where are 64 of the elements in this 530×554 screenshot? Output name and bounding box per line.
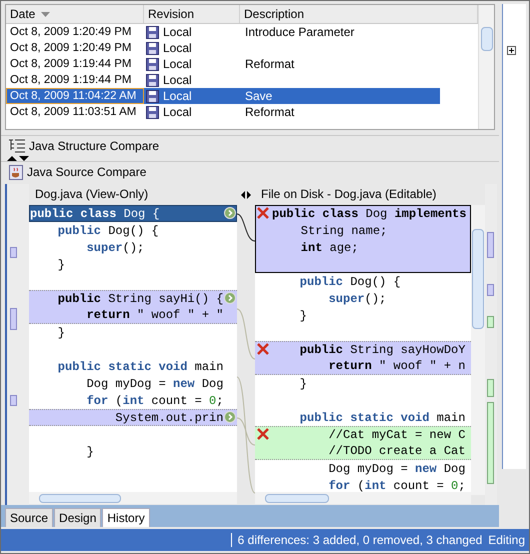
code-line: for (int count = 0; — [86, 392, 224, 409]
code-line: super(); — [86, 240, 146, 256]
code-line: public Dog() { — [56, 222, 160, 239]
java-file-icon — [9, 164, 23, 180]
code-line: } — [56, 324, 66, 341]
code-line: } — [298, 376, 308, 392]
history-row[interactable]: Oct 8, 2009 1:19:44 PM Local — [6, 72, 478, 88]
diff-marker — [10, 308, 17, 330]
pane-title: File on Disk - Dog.java (Editable) — [260, 186, 438, 203]
code-line: } — [86, 444, 95, 460]
date-cell-text: Oct 8, 2009 1:20:49 PM — [9, 41, 132, 56]
revision-cell-text: Local — [163, 56, 192, 73]
description-cell-text: Reformat — [244, 56, 294, 73]
description-cell-text: Reformat — [244, 104, 294, 121]
revision-cell-text: Local — [163, 72, 192, 89]
revision-cell-text: Local — [163, 104, 192, 121]
column-header[interactable]: Revision — [144, 5, 240, 23]
horizontal-scrollbar[interactable] — [29, 492, 237, 504]
diff-marker — [10, 395, 17, 406]
structure-list-icon — [9, 139, 25, 153]
description-cell-text: Introduce Parameter — [244, 24, 354, 41]
history-row[interactable]: Oct 8, 2009 1:19:44 PM Local Reformat — [6, 56, 478, 72]
editor-mode: Editing — [488, 532, 525, 549]
code-line: public static void main — [56, 358, 224, 375]
revision-cell-text: Local — [163, 24, 192, 41]
compare-tab[interactable]: Java Source Compare — [1, 161, 500, 182]
date-cell-text: Oct 8, 2009 1:19:44 PM — [9, 57, 132, 72]
close-icon[interactable] — [257, 343, 269, 355]
pane-title: Dog.java (View-Only) — [34, 186, 150, 203]
view-tab[interactable]: Source — [5, 508, 54, 527]
view-tab[interactable]: Design — [54, 508, 102, 527]
date-cell: Oct 8, 2009 11:04:22 AM — [6, 88, 144, 104]
close-icon[interactable] — [257, 207, 269, 219]
column-header[interactable]: Date — [6, 5, 144, 23]
code-line: Dog myDog = new Dog — [328, 460, 466, 477]
history-row[interactable]: Oct 8, 2009 11:03:51 AM Local Reformat — [6, 104, 478, 120]
vertical-scrollbar[interactable] — [478, 5, 494, 129]
navigate-arrows-icon[interactable] — [241, 190, 251, 198]
history-row[interactable]: Oct 8, 2009 1:20:49 PM Local — [6, 40, 478, 56]
vertical-scrollbar[interactable] — [471, 205, 485, 495]
code-line: super(); — [328, 290, 388, 307]
diff-summary: 6 differences: 3 added, 0 removed, 3 changed — [238, 532, 482, 549]
code-line: Dog myDog = new Dog — [86, 376, 224, 392]
date-cell-text: Oct 8, 2009 1:19:44 PM — [9, 73, 132, 88]
code-line: for (int count = 0; — [328, 478, 466, 492]
revision-cell-text: Local — [163, 88, 192, 105]
history-row[interactable]: Oct 8, 2009 1:20:49 PM Local Introduce Parameter — [6, 24, 478, 40]
view-tab[interactable]: History — [102, 508, 150, 527]
code-line: public static void main — [298, 410, 466, 426]
diff-marker — [10, 247, 17, 258]
history-row[interactable]: Oct 8, 2009 11:04:22 AM Local Save — [6, 88, 440, 104]
date-cell-text: Oct 8, 2009 1:20:49 PM — [9, 25, 132, 40]
expand-icon[interactable] — [507, 46, 516, 55]
code-line: } — [298, 308, 308, 324]
compare-tab[interactable]: Java Structure Compare — [1, 135, 500, 156]
date-cell-text: Oct 8, 2009 11:03:51 AM — [9, 105, 138, 120]
code-line: } — [56, 256, 66, 273]
revision-cell-text: Local — [163, 40, 192, 57]
code-line: public Dog() { — [298, 274, 402, 290]
collapse-arrows-icon[interactable] — [7, 156, 31, 161]
description-cell-text: Save — [244, 88, 272, 105]
horizontal-scrollbar[interactable] — [255, 492, 471, 504]
close-icon[interactable] — [257, 428, 269, 440]
sort-descending-icon — [41, 12, 50, 16]
